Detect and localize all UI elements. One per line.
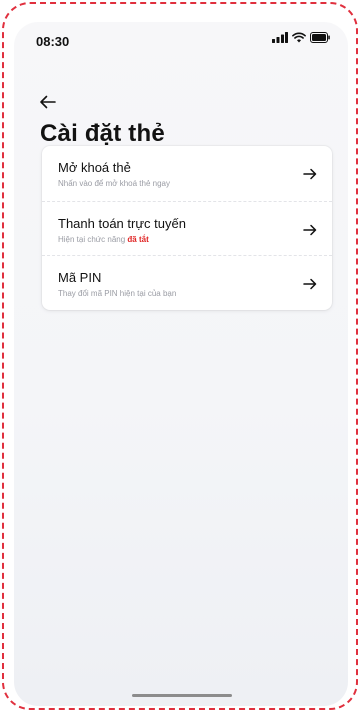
signal-icon: [272, 32, 288, 43]
settings-item-title: Thanh toán trực tuyến: [58, 216, 186, 231]
subtitle-prefix: Hiện tại chức năng: [58, 235, 126, 244]
battery-icon: [310, 32, 330, 43]
page-title: Cài đặt thẻ: [40, 120, 165, 147]
system-icons: [272, 32, 330, 43]
arrow-right-icon: [303, 278, 317, 290]
arrow-right-icon: [303, 168, 317, 180]
wifi-icon: [292, 32, 306, 43]
home-indicator[interactable]: [132, 694, 232, 697]
status-time: 08:30: [36, 34, 70, 49]
settings-item-pin[interactable]: Mã PIN Thay đổi mã PIN hiện tại của bạn: [42, 256, 332, 310]
settings-item-unlock-card[interactable]: Mở khoá thẻ Nhấn vào để mở khoá thẻ ngay: [42, 146, 332, 200]
settings-item-title: Mở khoá thẻ: [58, 160, 131, 175]
phone-screen: 08:30 Cài đặt thẻ Mở khoá thẻ Nhấn vào đ…: [14, 22, 348, 706]
settings-item-subtitle: Hiện tại chức năng đã tắt: [58, 235, 149, 244]
settings-item-title: Mã PIN: [58, 270, 102, 285]
settings-item-subtitle: Nhấn vào để mở khoá thẻ ngay: [58, 179, 170, 188]
settings-item-online-payment[interactable]: Thanh toán trực tuyến Hiện tại chức năng…: [42, 202, 332, 256]
arrow-left-icon[interactable]: [38, 92, 58, 112]
arrow-right-icon: [303, 224, 317, 236]
status-badge: đã tắt: [127, 235, 149, 244]
settings-card: Mở khoá thẻ Nhấn vào để mở khoá thẻ ngay…: [42, 146, 332, 310]
settings-item-subtitle: Thay đổi mã PIN hiện tại của bạn: [58, 289, 177, 298]
status-bar: 08:30: [14, 22, 348, 58]
